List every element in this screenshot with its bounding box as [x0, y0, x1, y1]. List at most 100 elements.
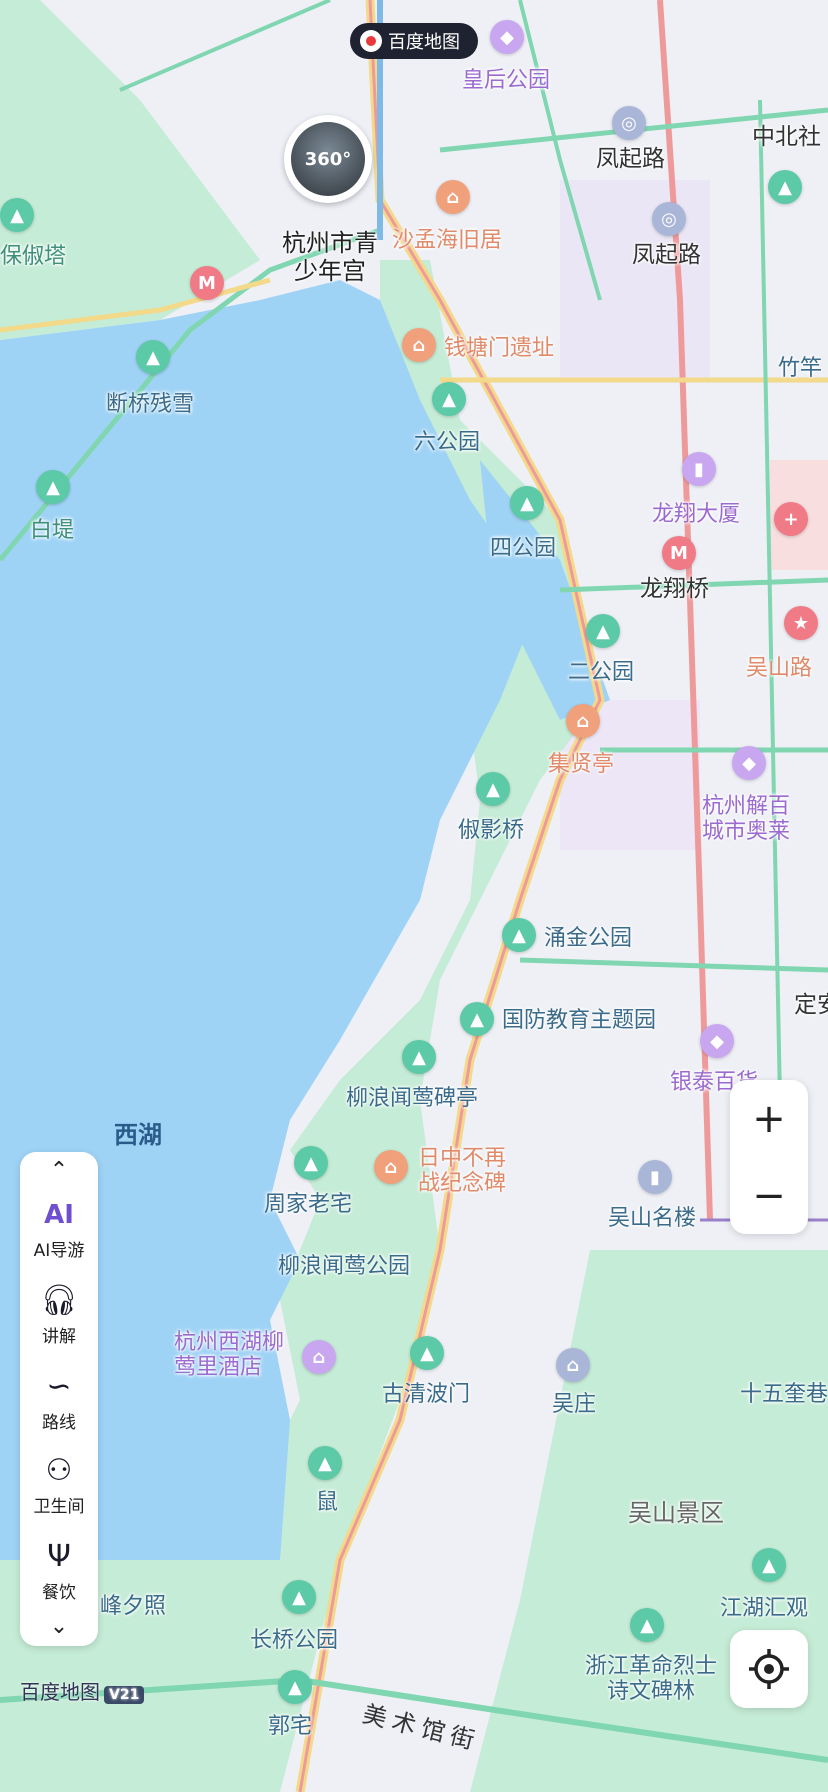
dining-icon: Ψ: [47, 1539, 71, 1574]
tree-poi-icon[interactable]: ▲: [630, 1608, 664, 1642]
road-label: 凤起路: [596, 146, 665, 172]
poi-label[interactable]: 十五奎巷: [740, 1382, 828, 1407]
poi-label[interactable]: 龙翔大厦: [652, 502, 740, 527]
poi-label[interactable]: 峰夕照: [100, 1594, 166, 1619]
poi-label[interactable]: 保俶塔: [0, 244, 66, 269]
chevron-down-icon[interactable]: ⌄: [20, 1614, 98, 1639]
metro-station-label[interactable]: 龙翔桥: [640, 576, 709, 602]
toolbar-item-dining[interactable]: Ψ 餐饮: [20, 1539, 98, 1604]
tree-poi-icon[interactable]: ▲: [282, 1580, 316, 1614]
poi-label[interactable]: 六公园: [414, 430, 480, 455]
tree-poi-icon[interactable]: ▲: [752, 1548, 786, 1582]
poi-label[interactable]: 杭州西湖柳莺里酒店: [174, 1330, 304, 1381]
poi-label[interactable]: 集贤亭: [548, 752, 614, 777]
toolbar-item-ai-guide[interactable]: AI AI导游: [20, 1198, 98, 1261]
tree-poi-icon[interactable]: ▲: [278, 1670, 312, 1704]
metro-station-icon[interactable]: M: [662, 536, 696, 570]
baidu-pin-icon: [360, 30, 382, 52]
poi-label[interactable]: 周家老宅: [264, 1192, 352, 1217]
tree-poi-icon[interactable]: ▲: [476, 772, 510, 806]
tree-poi-icon[interactable]: ▲: [402, 1040, 436, 1074]
tree-poi-icon[interactable]: ▲: [768, 170, 802, 204]
poi-label[interactable]: 二公园: [568, 660, 634, 685]
poi-label[interactable]: 定安: [794, 992, 828, 1018]
tree-poi-icon[interactable]: ▲: [308, 1446, 342, 1480]
zoom-control: + −: [730, 1080, 808, 1234]
poi-label[interactable]: 国防教育主题园: [502, 1008, 656, 1033]
poi-label[interactable]: 长桥公园: [250, 1628, 338, 1653]
toolbar-item-narration[interactable]: 🎧︎ 讲解: [20, 1284, 98, 1348]
toolbar-item-label: 讲解: [42, 1327, 76, 1347]
poi-label[interactable]: 俶影桥: [458, 818, 524, 843]
crosshair-icon: [749, 1649, 789, 1689]
tree-poi-icon[interactable]: ▲: [510, 486, 544, 520]
tree-poi-icon[interactable]: ▲: [136, 340, 170, 374]
metro-poi-icon[interactable]: ◎: [612, 106, 646, 140]
locate-button[interactable]: [730, 1630, 808, 1708]
logo-text: 百度地图: [388, 32, 460, 53]
attraction-icon[interactable]: ★: [784, 606, 818, 640]
shopping-icon[interactable]: ◆: [732, 746, 766, 780]
landmark-poi-icon[interactable]: ⌂: [436, 180, 470, 214]
ai-guide-icon: AI: [44, 1200, 74, 1230]
landmark-poi-icon[interactable]: ⌂: [374, 1150, 408, 1184]
poi-label[interactable]: 鼠: [316, 1490, 338, 1515]
lake-label: 西湖: [114, 1121, 162, 1149]
poi-label[interactable]: 吴山路: [746, 656, 812, 681]
poi-label[interactable]: 四公园: [490, 536, 556, 561]
poi-label[interactable]: 日中不再战纪念碑: [418, 1146, 522, 1197]
tree-poi-icon[interactable]: ▲: [36, 470, 70, 504]
toolbar-item-route[interactable]: ∽ 路线: [20, 1369, 98, 1434]
route-icon: ∽: [46, 1369, 72, 1404]
tree-poi-icon[interactable]: ▲: [502, 918, 536, 952]
tree-poi-icon[interactable]: ▲: [460, 1002, 494, 1036]
road-label: 凤起路: [632, 242, 701, 268]
poi-label[interactable]: 柳浪闻莺碑亭: [346, 1086, 478, 1111]
poi-label[interactable]: 皇后公园: [462, 68, 550, 93]
chevron-up-icon[interactable]: ⌃: [20, 1158, 98, 1183]
brand-watermark: 百度地图 V21: [20, 1676, 145, 1705]
poi-label[interactable]: 江湖汇观: [720, 1596, 808, 1621]
hotel-icon[interactable]: ⌂: [302, 1340, 336, 1374]
poi-label[interactable]: 白堤: [30, 518, 74, 543]
shopping-icon[interactable]: ◆: [700, 1024, 734, 1058]
tree-poi-icon[interactable]: ▲: [294, 1146, 328, 1180]
panorama-label: 360°: [291, 122, 365, 196]
toolbar-item-label: 餐饮: [42, 1583, 76, 1603]
poi-label[interactable]: 柳浪闻莺公园: [278, 1254, 410, 1279]
poi-label[interactable]: 钱塘门遗址: [444, 336, 554, 361]
poi-label[interactable]: 沙孟海旧居: [392, 228, 502, 253]
poi-label[interactable]: 古清波门: [382, 1382, 470, 1407]
area-label[interactable]: 吴山景区: [628, 1499, 724, 1528]
tree-poi-icon[interactable]: ▲: [432, 382, 466, 416]
landmark-poi-icon[interactable]: ⌂: [402, 328, 436, 362]
poi-label[interactable]: 杭州解百城市奥莱: [702, 794, 806, 845]
tree-poi-icon[interactable]: ▲: [586, 614, 620, 648]
tree-poi-icon[interactable]: ▲: [0, 198, 34, 232]
poi-label[interactable]: 浙江革命烈士诗文碑林: [576, 1654, 726, 1705]
poi-label[interactable]: 竹竿: [778, 356, 822, 381]
toolbar-item-restroom[interactable]: ⚇ 卫生间: [20, 1454, 98, 1518]
brand-version: V21: [104, 1686, 145, 1704]
zoom-out-button[interactable]: −: [730, 1157, 808, 1234]
tree-poi-icon[interactable]: ▲: [410, 1336, 444, 1370]
panorama-360-button[interactable]: 360°: [284, 115, 372, 203]
metro-poi-icon[interactable]: ◎: [652, 202, 686, 236]
hospital-icon[interactable]: +: [774, 502, 808, 536]
poi-label[interactable]: 吴山名楼: [608, 1206, 696, 1231]
village-poi-icon[interactable]: ⌂: [556, 1348, 590, 1382]
park-poi-icon[interactable]: ◆: [490, 20, 524, 54]
poi-label[interactable]: 断桥残雪: [106, 392, 194, 417]
landmark-poi-icon[interactable]: ⌂: [566, 704, 600, 738]
poi-label[interactable]: 杭州市青少年宫: [276, 229, 384, 285]
poi-label[interactable]: 郭宅: [268, 1714, 312, 1739]
building-poi-icon[interactable]: ▮: [682, 452, 716, 486]
brand-name: 百度地图: [20, 1680, 100, 1704]
mcdonalds-icon[interactable]: M: [190, 266, 224, 300]
poi-label[interactable]: 吴庄: [552, 1392, 596, 1417]
poi-label[interactable]: 涌金公园: [544, 926, 632, 951]
baidu-map-logo-pill: 百度地图: [350, 23, 478, 59]
zoom-in-button[interactable]: +: [730, 1080, 808, 1157]
poi-label[interactable]: 中北社: [752, 124, 821, 150]
building-poi-icon[interactable]: ▮: [638, 1160, 672, 1194]
